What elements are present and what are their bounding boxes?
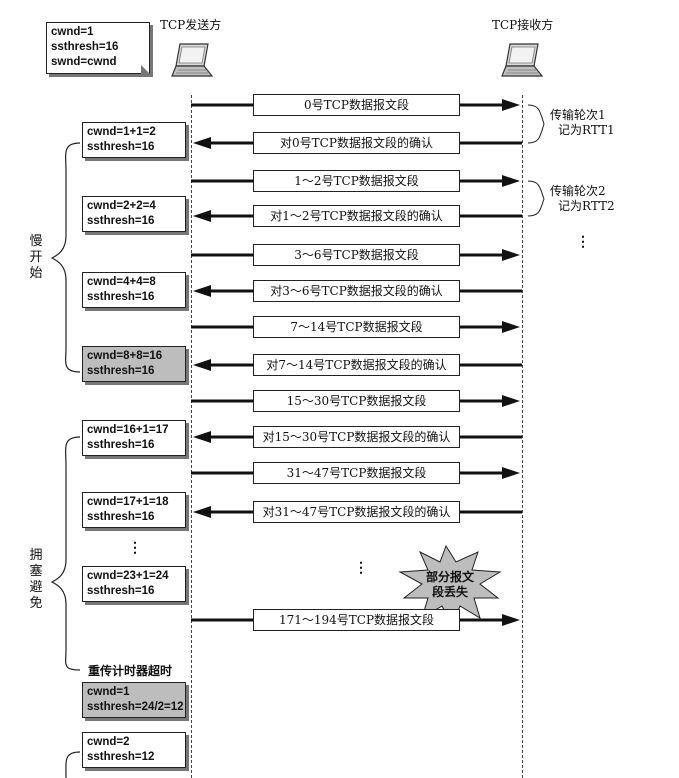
message-label: 7～14号TCP数据报文段 [253, 316, 460, 338]
message-label: 对0号TCP数据报文段的确认 [253, 132, 460, 154]
phase-char: 塞 [29, 564, 43, 579]
arrowhead [502, 99, 520, 111]
message-label: 3～6号TCP数据报文段 [253, 244, 460, 266]
message-label: 171～194号TCP数据报文段 [253, 609, 460, 631]
phase-char: 拥 [29, 548, 43, 563]
arrowhead [502, 321, 520, 333]
arrowhead [193, 285, 211, 297]
phase-char: 避 [29, 580, 43, 595]
phase-char: 开 [29, 250, 43, 265]
round-rtt: 记为RTT1 [558, 123, 615, 137]
rtt2-bracket [527, 180, 545, 217]
arrowhead [502, 614, 520, 626]
message-label: 对3～6号TCP数据报文段的确认 [253, 280, 460, 302]
rtt-ellipsis: ⋮ [576, 234, 590, 250]
round-annotation-2: 传输轮次2 记为RTT2 [550, 184, 615, 214]
message-label: 0号TCP数据报文段 [253, 94, 460, 116]
message-label: 31～47号TCP数据报文段 [253, 462, 460, 484]
phase-char: 免 [29, 596, 43, 611]
packet-loss-line: 段丢失 [431, 585, 468, 599]
message-label: 1～2号TCP数据报文段 [253, 170, 460, 192]
message-label: 15～30号TCP数据报文段 [253, 390, 460, 412]
slow-start-brace [50, 142, 81, 373]
arrowhead [193, 431, 211, 443]
message-label: 对1～2号TCP数据报文段的确认 [253, 205, 460, 227]
arrowhead [193, 359, 211, 371]
message-label: 对7～14号TCP数据报文段的确认 [253, 354, 460, 376]
arrowhead [502, 467, 520, 479]
congestion-avoidance-label: 拥 塞 避 免 [28, 548, 44, 612]
slow-start-label: 慢 开 始 [28, 234, 44, 282]
round-title: 传输轮次1 [550, 108, 606, 122]
message-label: 对31～47号TCP数据报文段的确认 [253, 501, 460, 523]
message-ellipsis: ⋮ [354, 560, 368, 576]
round-annotation-1: 传输轮次1 记为RTT1 [550, 108, 615, 138]
arrowhead [502, 175, 520, 187]
rtt1-bracket [527, 104, 545, 144]
round-title: 传输轮次2 [550, 184, 606, 198]
arrowhead [193, 210, 211, 222]
message-label: 对15～30号TCP数据报文段的确认 [253, 426, 460, 448]
arrowhead [502, 395, 520, 407]
phase-char: 始 [29, 266, 43, 281]
packet-loss-line: 部分报文 [425, 570, 474, 584]
congestion-avoidance-brace [50, 436, 81, 671]
round-rtt: 记为RTT2 [558, 199, 615, 213]
packet-loss-label: 部分报文 段丢失 [410, 570, 490, 600]
arrowhead [193, 506, 211, 518]
tcp-congestion-diagram: TCP发送方 TCP接收方 cwnd=1 ssthresh=16 swnd=cw… [0, 0, 679, 778]
phase-char: 慢 [29, 234, 43, 249]
slow-start-brace-continued [65, 751, 81, 778]
arrowhead [502, 249, 520, 261]
arrowhead [193, 137, 211, 149]
